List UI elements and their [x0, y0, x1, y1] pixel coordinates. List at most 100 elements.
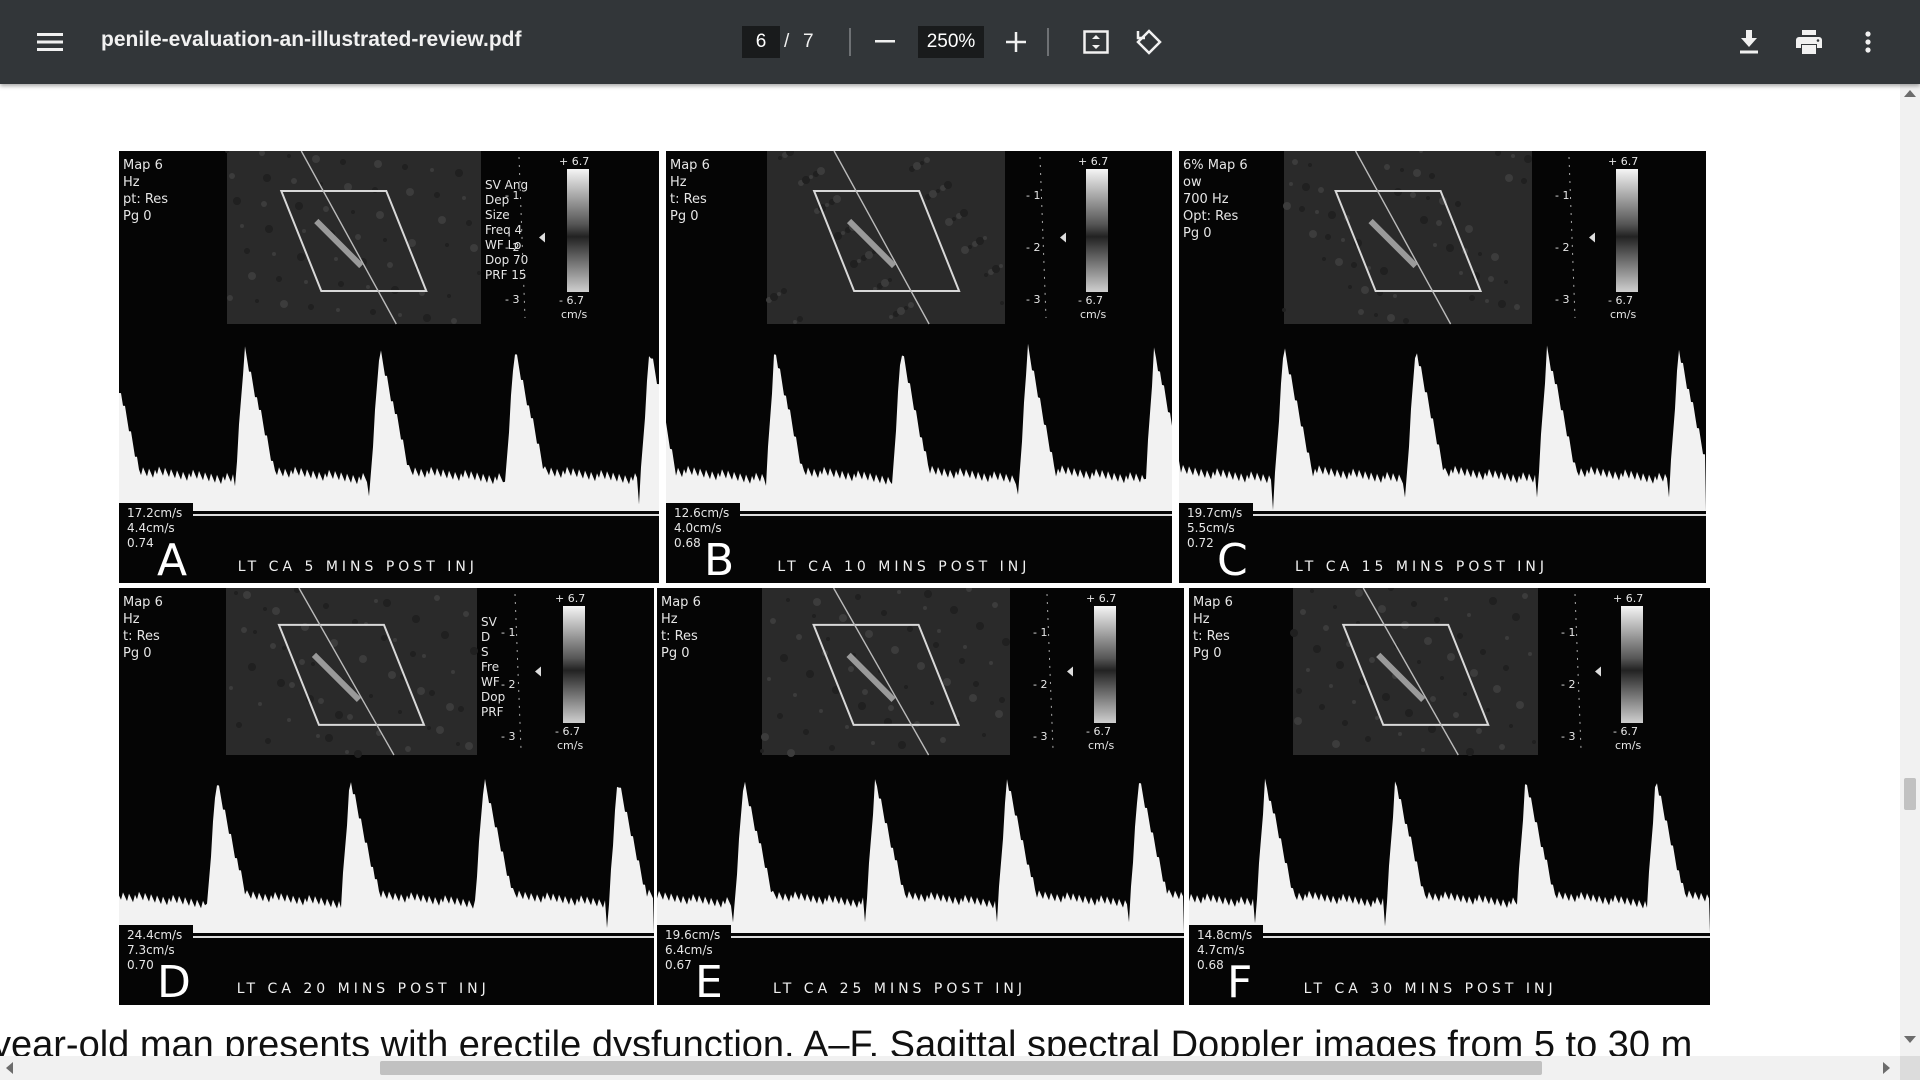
doppler-panel-f: Map 6 Hz t: Res Pg 0 - 1 - 2 - 3 + 6.7 - 6.7 cm/s…	[1189, 588, 1710, 1005]
setting-label: Pg 0	[670, 209, 699, 224]
more-vertical-icon	[1865, 31, 1871, 53]
vertical-scrollbar[interactable]	[1900, 84, 1920, 1056]
rotate-button[interactable]	[1125, 18, 1173, 66]
scale-bottom-label: - 6.7	[559, 294, 584, 307]
toolbar-divider	[1047, 28, 1049, 56]
panel-footer-label: LT CA 20 MINS POST INJ	[237, 981, 490, 997]
panel-footer-label: LT CA 30 MINS POST INJ	[1304, 981, 1557, 997]
download-button[interactable]	[1725, 18, 1773, 66]
scrollbar-corner	[1900, 1056, 1920, 1080]
panel-letter: E	[695, 957, 723, 1005]
spectral-waveform	[657, 779, 1184, 933]
scale-bottom-label: - 6.7	[1086, 725, 1111, 738]
measurement-value: 19.6cm/s	[665, 928, 720, 942]
focus-marker-icon	[1589, 232, 1595, 243]
scale-unit-label: cm/s	[1080, 308, 1106, 321]
measurement-value: 0.68	[674, 536, 701, 550]
zoom-out-button[interactable]	[861, 18, 909, 66]
pdf-toolbar: penile-evaluation-an-illustrated-review.…	[0, 0, 1920, 84]
color-scale-bar	[563, 606, 585, 723]
depth-mark: - 1	[1033, 626, 1047, 639]
total-pages: 7	[803, 31, 814, 52]
side-setting-label: Fre	[481, 660, 499, 674]
panel-footer-label: LT CA 15 MINS POST INJ	[1295, 559, 1548, 575]
ultrasound-image: Map 6 Hz t: Res Pg 0 - 1 - 2 - 3 + 6.7 - 6.7cm/s…	[666, 151, 1172, 583]
scale-bottom-label: - 6.7	[555, 725, 580, 738]
page-separator: /	[784, 31, 790, 52]
minus-icon	[875, 40, 895, 43]
depth-ruler	[514, 593, 522, 750]
fit-page-icon	[1083, 30, 1109, 54]
current-page-input[interactable]: 6	[742, 26, 780, 58]
ultrasound-image: Map 6 Hz t: Res Pg 0 - 1 - 2 - 3 + 6.7 - 6.7cm/s…	[1189, 588, 1710, 1005]
fit-to-page-button[interactable]	[1072, 18, 1120, 66]
plus-icon	[1006, 32, 1026, 52]
horizontal-scroll-thumb[interactable]	[380, 1061, 1542, 1075]
zoom-level-input[interactable]: 250%	[918, 26, 984, 58]
depth-mark: - 2	[1033, 678, 1047, 691]
depth-mark: - 2	[1561, 678, 1575, 691]
ultrasound-image: Map 6 Hz t: Res Pg 0 - 1 - 2 - 3 + 6.7 - 6.7cm/s…	[657, 588, 1184, 1005]
setting-label: t: Res	[661, 629, 698, 644]
measurement-value: 0.67	[665, 958, 692, 972]
measurement-value: 0.70	[127, 958, 154, 972]
spectral-waveform	[1189, 778, 1710, 933]
measurement-value: 0.68	[1197, 958, 1224, 972]
depth-mark: - 3	[501, 730, 515, 743]
ultrasound-image: 6% Map 6 ow 700 Hz Opt: Res Pg 0 - 1 - 2 - 3 + 6…	[1179, 151, 1706, 583]
depth-mark: - 1	[505, 189, 519, 202]
bmode-region	[1293, 588, 1538, 755]
setting-label: pt: Res	[123, 192, 168, 207]
scale-top-label: + 6.7	[555, 592, 585, 605]
download-icon	[1740, 30, 1758, 54]
depth-mark: - 2	[505, 241, 519, 254]
doppler-figure: Map 6 Hz pt: Res Pg 0 SV Ang Dep Size Freq 4 WF …	[119, 151, 1710, 1005]
depth-ruler	[1039, 156, 1047, 319]
setting-label: Pg 0	[123, 646, 152, 661]
focus-marker-icon	[535, 666, 541, 677]
scroll-up-arrow-icon[interactable]	[1904, 90, 1916, 97]
scroll-left-arrow-icon[interactable]	[6, 1062, 13, 1074]
focus-marker-icon	[1067, 666, 1073, 677]
setting-label: 6% Map 6	[1183, 158, 1248, 173]
setting-label: Hz	[123, 612, 140, 627]
scale-top-label: + 6.7	[559, 155, 589, 168]
horizontal-scrollbar[interactable]	[0, 1056, 1900, 1080]
depth-mark: - 2	[501, 678, 515, 691]
measurement-value: 5.5cm/s	[1187, 521, 1235, 535]
depth-mark: - 1	[501, 626, 515, 639]
side-setting-label: S	[481, 645, 489, 659]
scale-top-label: + 6.7	[1608, 155, 1638, 168]
print-button[interactable]	[1785, 18, 1833, 66]
spectral-waveform	[666, 343, 1172, 511]
zoom-in-button[interactable]	[992, 18, 1040, 66]
scale-unit-label: cm/s	[1610, 308, 1636, 321]
vertical-scroll-thumb[interactable]	[1904, 778, 1916, 810]
setting-label: Map 6	[1193, 595, 1233, 610]
spectral-waveform	[1179, 345, 1706, 511]
pdf-viewer[interactable]: Map 6 Hz pt: Res Pg 0 SV Ang Dep Size Freq 4 WF …	[0, 84, 1900, 1056]
doppler-panel-a: Map 6 Hz pt: Res Pg 0 SV Ang Dep Size Freq 4 WF …	[119, 151, 659, 583]
setting-label: Hz	[670, 175, 687, 190]
depth-mark: - 3	[1561, 730, 1575, 743]
color-scale-bar	[567, 169, 589, 292]
setting-label: Opt: Res	[1183, 209, 1239, 224]
setting-label: Pg 0	[1193, 646, 1222, 661]
depth-ruler	[1574, 593, 1582, 750]
focus-marker-icon	[1595, 666, 1601, 677]
scale-bottom-label: - 6.7	[1608, 294, 1633, 307]
scroll-down-arrow-icon[interactable]	[1904, 1036, 1916, 1043]
setting-label: Map 6	[661, 595, 701, 610]
measurement-value: 14.8cm/s	[1197, 928, 1252, 942]
measurement-value: 0.72	[1187, 536, 1214, 550]
setting-label: Hz	[123, 175, 140, 190]
depth-mark: - 2	[1026, 241, 1040, 254]
depth-mark: - 3	[505, 293, 519, 306]
more-actions-button[interactable]	[1844, 18, 1892, 66]
menu-button[interactable]	[26, 18, 74, 66]
scroll-right-arrow-icon[interactable]	[1883, 1062, 1890, 1074]
panel-letter: A	[157, 535, 187, 583]
measurement-value: 19.7cm/s	[1187, 506, 1242, 520]
doppler-panel-c: 6% Map 6 ow 700 Hz Opt: Res Pg 0 - 1 - 2 - 3 + 6…	[1179, 151, 1706, 583]
depth-mark: - 1	[1555, 189, 1569, 202]
